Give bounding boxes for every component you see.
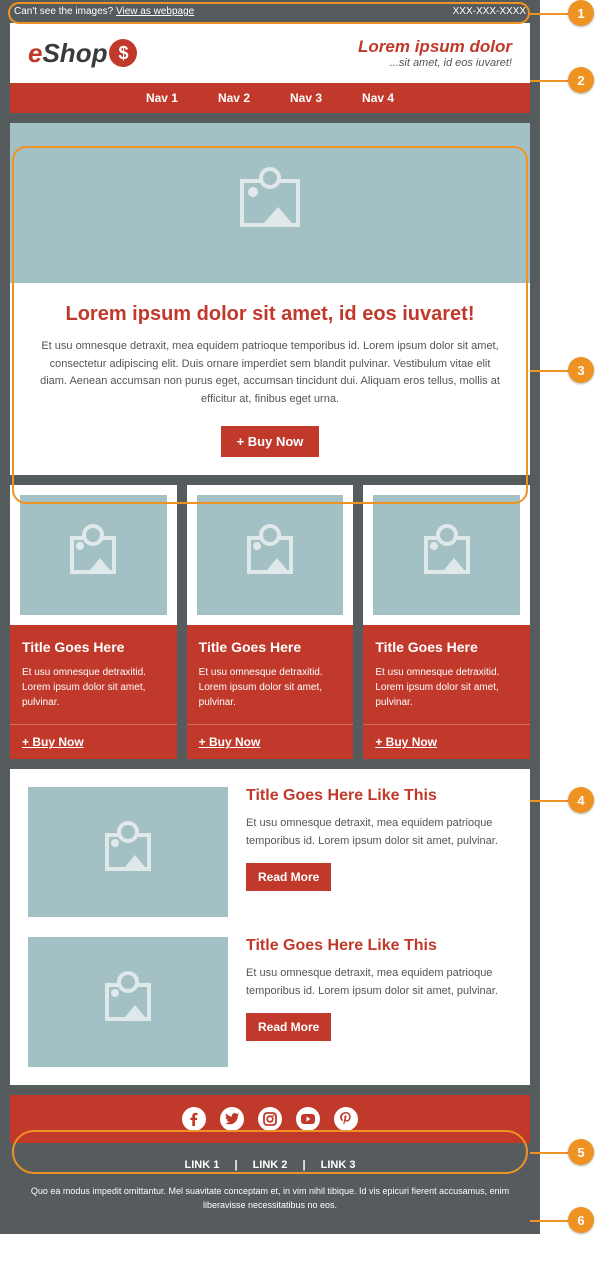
image-placeholder-icon	[247, 536, 293, 574]
card-text: Et usu omnesque detraxitid. Lorem ipsum …	[22, 665, 165, 710]
card-image-placeholder	[373, 495, 520, 615]
hero-body: Et usu omnesque detraxit, mea equidem pa…	[10, 338, 530, 426]
logo-dollar-icon: $	[109, 39, 137, 67]
image-placeholder-icon	[105, 983, 151, 1021]
article-title: Title Goes Here Like This	[246, 787, 512, 805]
image-placeholder-icon	[424, 536, 470, 574]
card-title: Title Goes Here	[22, 639, 165, 655]
annotation-line-5	[530, 1152, 570, 1154]
annotation-line-6	[530, 1220, 570, 1222]
preheader-phone: XXX-XXX-XXXX	[453, 6, 526, 17]
preheader-bar: Can't see the images? View as webpage XX…	[0, 0, 540, 23]
annotation-line-2	[530, 80, 570, 82]
annotation-line-4	[530, 800, 570, 802]
nav-item-4[interactable]: Nav 4	[362, 91, 394, 105]
annotation-badge-6: 6	[568, 1207, 594, 1233]
nav-item-3[interactable]: Nav 3	[290, 91, 322, 105]
image-placeholder-icon	[240, 179, 300, 227]
product-card: Title Goes Here Et usu omnesque detraxit…	[187, 485, 354, 759]
article-row: Title Goes Here Like This Et usu omnesqu…	[28, 787, 512, 917]
card-buy-button[interactable]: + Buy Now	[363, 724, 530, 759]
image-placeholder-icon	[70, 536, 116, 574]
annotation-badge-4: 4	[568, 787, 594, 813]
preheader-text: Can't see the images?	[14, 6, 113, 17]
card-image-placeholder	[20, 495, 167, 615]
article-text: Et usu omnesque detraxit, mea equidem pa…	[246, 815, 512, 850]
hero-title: Lorem ipsum dolor sit amet, id eos iuvar…	[10, 283, 530, 338]
article-title: Title Goes Here Like This	[246, 937, 512, 955]
pinterest-icon[interactable]	[334, 1107, 358, 1131]
product-card: Title Goes Here Et usu omnesque detraxit…	[363, 485, 530, 759]
social-bar	[10, 1095, 530, 1143]
product-card: Title Goes Here Et usu omnesque detraxit…	[10, 485, 177, 759]
footer-links: LINK 1 | LINK 2 | LINK 3	[30, 1159, 510, 1171]
annotation-badge-3: 3	[568, 357, 594, 383]
article-text: Et usu omnesque detraxit, mea equidem pa…	[246, 965, 512, 1000]
article-image-placeholder	[28, 787, 228, 917]
annotation-badge-5: 5	[568, 1139, 594, 1165]
annotation-line-1	[530, 13, 570, 15]
product-cards-row: Title Goes Here Et usu omnesque detraxit…	[10, 485, 530, 759]
card-text: Et usu omnesque detraxitid. Lorem ipsum …	[199, 665, 342, 710]
card-buy-button[interactable]: + Buy Now	[187, 724, 354, 759]
email-template: Can't see the images? View as webpage XX…	[0, 0, 540, 1234]
read-more-button[interactable]: Read More	[246, 1013, 331, 1041]
logo[interactable]: eShop $	[28, 38, 137, 69]
card-buy-button[interactable]: + Buy Now	[10, 724, 177, 759]
footer-link-1[interactable]: LINK 1	[185, 1159, 220, 1171]
read-more-button[interactable]: Read More	[246, 863, 331, 891]
footer: LINK 1 | LINK 2 | LINK 3 Quo ea modus im…	[0, 1143, 540, 1234]
tagline: Lorem ipsum dolor ...sit amet, id eos iu…	[358, 37, 512, 69]
card-image-placeholder	[197, 495, 344, 615]
youtube-icon[interactable]	[296, 1107, 320, 1131]
logo-part-shop: Shop	[42, 38, 107, 69]
preheader-left: Can't see the images? View as webpage	[14, 6, 194, 17]
annotation-badge-1: 1	[568, 0, 594, 26]
card-title: Title Goes Here	[199, 639, 342, 655]
nav-item-1[interactable]: Nav 1	[146, 91, 178, 105]
facebook-icon[interactable]	[182, 1107, 206, 1131]
tagline-title: Lorem ipsum dolor	[358, 37, 512, 57]
hero-section: Lorem ipsum dolor sit amet, id eos iuvar…	[10, 123, 530, 475]
image-placeholder-icon	[105, 833, 151, 871]
articles-section: Title Goes Here Like This Et usu omnesqu…	[10, 769, 530, 1085]
view-webpage-link[interactable]: View as webpage	[116, 6, 194, 17]
footer-link-3[interactable]: LINK 3	[321, 1159, 356, 1171]
footer-text: Quo ea modus impedit omittantur. Mel sua…	[30, 1185, 510, 1212]
nav-bar: Nav 1 Nav 2 Nav 3 Nav 4	[10, 83, 530, 113]
annotation-badge-2: 2	[568, 67, 594, 93]
header: eShop $ Lorem ipsum dolor ...sit amet, i…	[10, 23, 530, 83]
card-title: Title Goes Here	[375, 639, 518, 655]
hero-image-placeholder	[10, 123, 530, 283]
tagline-sub: ...sit amet, id eos iuvaret!	[358, 57, 512, 69]
footer-link-2[interactable]: LINK 2	[253, 1159, 288, 1171]
card-text: Et usu omnesque detraxitid. Lorem ipsum …	[375, 665, 518, 710]
nav-item-2[interactable]: Nav 2	[218, 91, 250, 105]
instagram-icon[interactable]	[258, 1107, 282, 1131]
article-image-placeholder	[28, 937, 228, 1067]
article-row: Title Goes Here Like This Et usu omnesqu…	[28, 937, 512, 1067]
hero-buy-button[interactable]: + Buy Now	[221, 426, 320, 457]
logo-part-e: e	[28, 38, 42, 69]
annotation-line-3	[530, 370, 570, 372]
twitter-icon[interactable]	[220, 1107, 244, 1131]
